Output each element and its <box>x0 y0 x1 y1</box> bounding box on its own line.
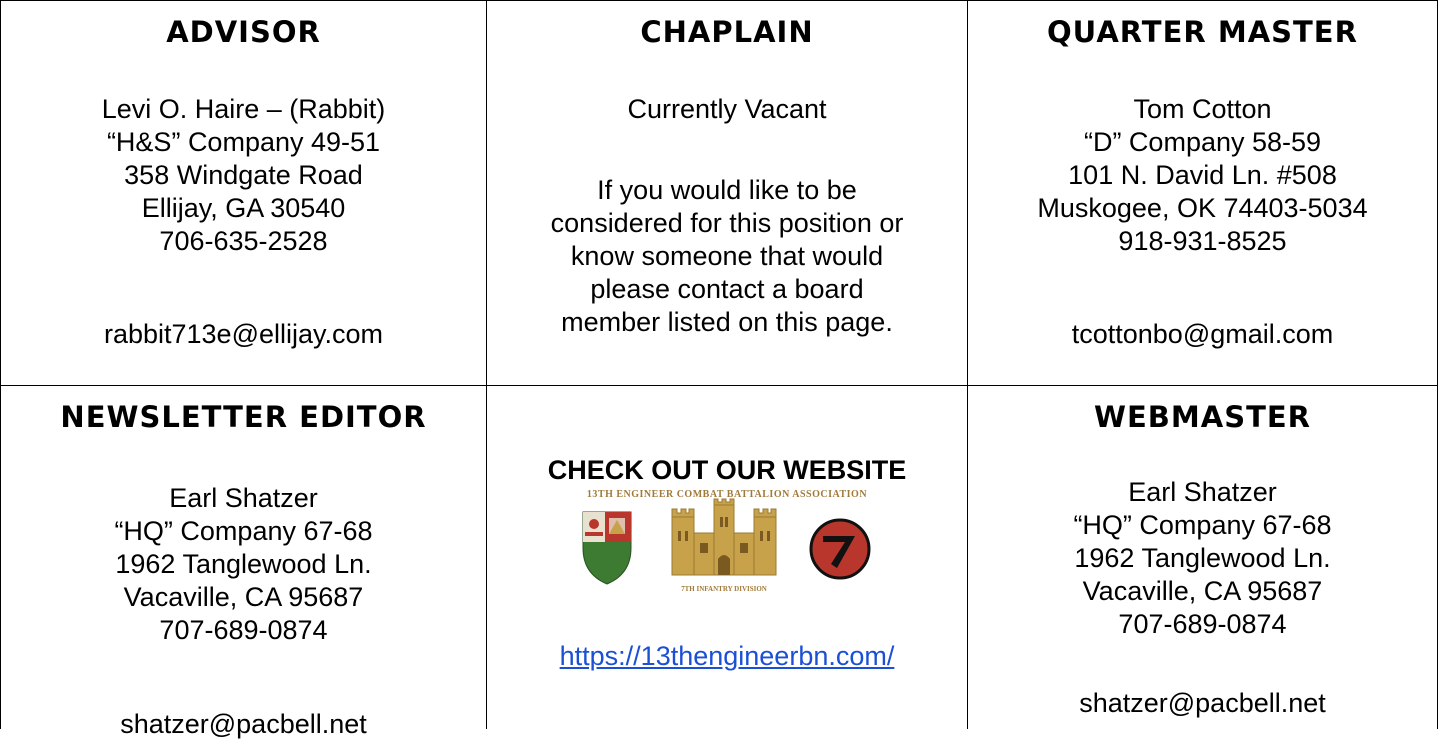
quartermaster-phone: 918-931-8525 <box>1118 226 1287 256</box>
newsletter-street: 1962 Tanglewood Ln. <box>115 549 372 579</box>
newsletter-company: “HQ” Company 67-68 <box>114 516 373 546</box>
webmaster-contact-lines: Earl Shatzer “HQ” Company 67-68 1962 Tan… <box>968 476 1437 641</box>
infantry-division-patch-icon <box>809 518 871 580</box>
webmaster-cell: WEBMASTER Earl Shatzer “HQ” Company 67-6… <box>968 386 1437 729</box>
advisor-cell: ADVISOR Levi O. Haire – (Rabbit) “H&S” C… <box>1 1 486 385</box>
webmaster-phone: 707-689-0874 <box>1118 609 1287 639</box>
quartermaster-cell: QUARTER MASTER Tom Cotton “D” Company 58… <box>968 1 1437 385</box>
advisor-street: 358 Windgate Road <box>124 160 363 190</box>
advisor-phone: 706-635-2528 <box>159 226 328 256</box>
newsletter-city: Vacaville, CA 95687 <box>123 582 364 612</box>
website-cell: CHECK OUT OUR WEBSITE 13TH ENGINEER COMB… <box>487 386 967 729</box>
quartermaster-name: Tom Cotton <box>1133 94 1272 124</box>
advisor-company: “H&S” Company 49-51 <box>106 127 381 157</box>
chaplain-message-line: If you would like to be <box>597 175 857 205</box>
webmaster-city: Vacaville, CA 95687 <box>1082 576 1323 606</box>
chaplain-cell: CHAPLAIN Currently Vacant If you would l… <box>487 1 967 385</box>
webmaster-heading: WEBMASTER <box>1093 400 1311 434</box>
newsletter-name: Earl Shatzer <box>169 483 318 513</box>
newsletter-cell: NEWSLETTER EDITOR Earl Shatzer “HQ” Comp… <box>1 386 486 739</box>
advisor-email[interactable]: rabbit713e@ellijay.com <box>1 318 486 351</box>
advisor-contact-lines: Levi O. Haire – (Rabbit) “H&S” Company 4… <box>1 93 486 258</box>
chaplain-status: Currently Vacant <box>627 94 827 124</box>
webmaster-email[interactable]: shatzer@pacbell.net <box>968 687 1437 720</box>
quartermaster-city: Muskogee, OK 74403-5034 <box>1037 193 1368 223</box>
chaplain-message-line: considered for this position or <box>550 208 904 238</box>
newsletter-heading: NEWSLETTER EDITOR <box>60 400 427 434</box>
chaplain-heading: CHAPLAIN <box>640 15 814 49</box>
advisor-heading: ADVISOR <box>166 15 321 49</box>
website-heading: CHECK OUT OUR WEBSITE <box>547 455 907 485</box>
quartermaster-contact-lines: Tom Cotton “D” Company 58-59 101 N. Davi… <box>968 93 1437 258</box>
newsletter-contact-lines: Earl Shatzer “HQ” Company 67-68 1962 Tan… <box>1 482 486 647</box>
webmaster-company: “HQ” Company 67-68 <box>1073 510 1332 540</box>
advisor-city: Ellijay, GA 30540 <box>141 193 346 223</box>
webmaster-street: 1962 Tanglewood Ln. <box>1074 543 1331 573</box>
regimental-crest-icon <box>582 511 632 585</box>
quartermaster-company: “D” Company 58-59 <box>1083 127 1322 157</box>
chaplain-message-line: please contact a board <box>590 274 864 304</box>
newsletter-phone: 707-689-0874 <box>159 615 328 645</box>
chaplain-message-line: member listed on this page. <box>561 307 893 337</box>
advisor-name: Levi O. Haire – (Rabbit) <box>101 94 386 124</box>
quartermaster-email[interactable]: tcottonbo@gmail.com <box>968 318 1437 351</box>
chaplain-message: If you would like to be considered for t… <box>487 174 967 339</box>
engineer-castle-icon <box>671 498 777 576</box>
newsletter-email[interactable]: shatzer@pacbell.net <box>1 708 486 741</box>
quartermaster-street: 101 N. David Ln. #508 <box>1068 160 1337 190</box>
website-link[interactable]: https://13thengineerbn.com/ <box>487 641 967 672</box>
quartermaster-heading: QUARTER MASTER <box>1047 15 1358 49</box>
logo-subtext: 7TH INFANTRY DIVISION <box>681 585 767 593</box>
chaplain-message-line: know someone that would <box>570 241 884 271</box>
webmaster-name: Earl Shatzer <box>1128 477 1277 507</box>
